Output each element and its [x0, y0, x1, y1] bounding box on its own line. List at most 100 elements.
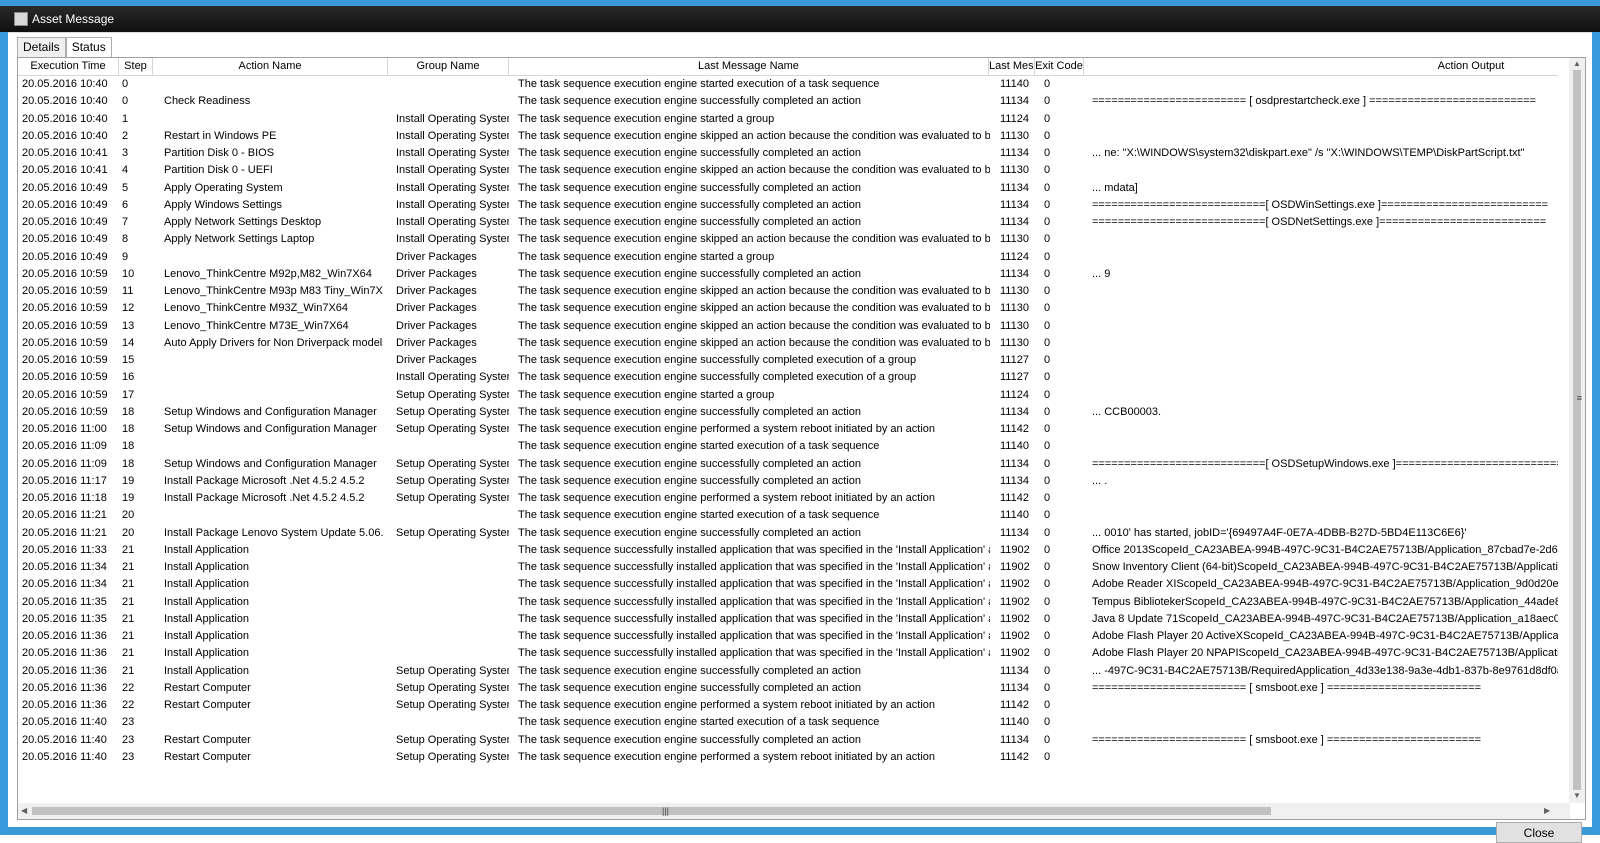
column-header-last-message-name[interactable]: Last Message Name — [509, 58, 989, 75]
cell-action-output — [1084, 352, 1558, 369]
table-row[interactable]: 20.05.2016 10:59 10 Lenovo_ThinkCentre M92… — [18, 266, 1558, 283]
cell-action-output: ... 0010' has started, jobID='{69497A4F-… — [1092, 526, 1467, 539]
cell-action-name: Install Application — [164, 595, 249, 608]
table-row[interactable]: 20.05.2016 10:59 16 Install Operating Syst… — [18, 369, 1558, 386]
cell-execution-time: 20.05.2016 10:41 — [22, 164, 108, 177]
cell-exit-code: 0 — [1044, 492, 1051, 504]
table-row[interactable]: 20.05.2016 10:41 3 Partition Disk 0 - BIOS… — [18, 145, 1558, 162]
table-row[interactable]: 20.05.2016 11:40 23 Restart Computer Setup … — [18, 732, 1558, 749]
tab-status[interactable]: Status — [65, 37, 112, 57]
cell-group-name: Setup Operating System — [396, 423, 509, 435]
table-row[interactable]: 20.05.2016 10:59 14 Auto Apply Drivers for… — [18, 335, 1558, 352]
table-row[interactable]: 20.05.2016 11:09 18 The task sequence exec… — [18, 438, 1558, 455]
scroll-up-arrow-icon[interactable]: ▲ — [1573, 59, 1581, 68]
cell-action-name: Partition Disk 0 - BIOS — [164, 147, 275, 159]
table-row[interactable]: 20.05.2016 11:21 20 The task sequence exec… — [18, 507, 1558, 524]
cell-last-message-name: The task sequence execution engine skipp… — [518, 302, 990, 315]
scroll-right-arrow-icon[interactable]: ▶ — [1544, 806, 1550, 815]
vertical-scrollbar[interactable]: ▲ ≡ ▼ — [1569, 58, 1585, 803]
table-row[interactable]: 20.05.2016 11:36 22 Restart Computer Setup … — [18, 697, 1558, 714]
cell-exit-code: 0 — [1044, 543, 1051, 556]
cell-exit-code: 0 — [1044, 578, 1051, 591]
cell-action-name: Apply Network Settings Laptop — [164, 233, 315, 246]
cell-group-name — [388, 76, 509, 93]
cell-action-output: Adobe Flash Player 20 NPAPIScopeId_CA23A… — [1092, 647, 1558, 660]
table-row[interactable]: 20.05.2016 11:34 21 Install Application The… — [18, 576, 1558, 593]
cell-last-message-id: 11140 — [1000, 716, 1029, 729]
table-row[interactable]: 20.05.2016 10:49 5 Apply Operating System I… — [18, 180, 1558, 197]
cell-group-name — [388, 714, 509, 731]
column-header-action-name[interactable]: Action Name — [153, 58, 388, 75]
cell-action-output — [1084, 749, 1558, 766]
column-header-last-message-id[interactable]: Last Mes: — [989, 58, 1035, 75]
table-row[interactable]: 20.05.2016 11:36 22 Restart Computer Setup … — [18, 680, 1558, 697]
cell-last-message-id: 11130 — [1000, 302, 1029, 315]
cell-last-message-name: The task sequence execution engine perfo… — [518, 699, 936, 711]
table-row[interactable]: 20.05.2016 10:41 4 Partition Disk 0 - UEFI… — [18, 162, 1558, 179]
table-row[interactable]: 20.05.2016 11:36 21 Install Application Set… — [18, 663, 1558, 680]
cell-last-message-name: The task sequence execution engine succe… — [518, 267, 862, 280]
cell-last-message-id: 11134 — [1000, 181, 1029, 194]
scroll-left-arrow-icon[interactable]: ◀ — [21, 806, 27, 815]
table-row[interactable]: 20.05.2016 10:59 12 Lenovo_ThinkCentre M93… — [18, 300, 1558, 317]
table-row[interactable]: 20.05.2016 10:40 1 Install Operating Syste… — [18, 111, 1558, 128]
cell-action-name: Setup Windows and Configuration Manager — [164, 405, 377, 418]
status-grid[interactable]: Execution Time Step Action Name Group Na… — [17, 57, 1586, 820]
table-row[interactable]: 20.05.2016 10:59 15 Driver Packages The tas… — [18, 352, 1558, 369]
table-row[interactable]: 20.05.2016 11:35 21 Install Application The… — [18, 594, 1558, 611]
vertical-scroll-thumb[interactable] — [1573, 70, 1581, 790]
cell-action-name — [148, 369, 383, 386]
cell-execution-time: 20.05.2016 11:34 — [22, 561, 107, 573]
column-header-step[interactable]: Step — [119, 58, 153, 75]
table-row[interactable]: 20.05.2016 11:40 23 The task sequence exec… — [18, 714, 1558, 731]
cell-step: 22 — [122, 699, 135, 711]
cell-step: 17 — [122, 388, 135, 401]
table-row[interactable]: 20.05.2016 11:00 18 Setup Windows and Conf… — [18, 421, 1558, 438]
cell-action-output — [1084, 128, 1558, 145]
table-row[interactable]: 20.05.2016 11:21 20 Install Package Lenovo… — [18, 525, 1558, 542]
cell-exit-code: 0 — [1044, 457, 1051, 470]
table-row[interactable]: 20.05.2016 10:49 6 Apply Windows Settings I… — [18, 197, 1558, 214]
cell-action-output — [1084, 714, 1558, 731]
table-row[interactable]: 20.05.2016 10:59 17 Setup Operating System… — [18, 387, 1558, 404]
table-row[interactable]: 20.05.2016 10:49 7 Apply Network Settings … — [18, 214, 1558, 231]
cell-step: 21 — [122, 595, 135, 608]
cell-step: 22 — [122, 681, 135, 694]
cell-last-message-id: 11140 — [1000, 509, 1029, 522]
table-row[interactable]: 20.05.2016 11:33 21 Install Application The… — [18, 542, 1558, 559]
column-header-exit-code[interactable]: Exit Code — [1035, 58, 1084, 75]
cell-group-name: Driver Packages — [396, 336, 477, 349]
cell-action-name: Partition Disk 0 - UEFI — [164, 164, 273, 177]
tab-details[interactable]: Details — [17, 37, 66, 57]
horizontal-scrollbar[interactable]: ◀ ||| ▶ — [18, 803, 1570, 819]
column-header-group-name[interactable]: Group Name — [388, 58, 509, 75]
cell-last-message-id: 11127 — [1000, 354, 1029, 366]
table-row[interactable]: 20.05.2016 11:36 21 Install Application The… — [18, 628, 1558, 645]
close-button[interactable]: Close — [1496, 822, 1582, 843]
grid-header: Execution Time Step Action Name Group Na… — [18, 58, 1558, 76]
cell-exit-code: 0 — [1044, 388, 1051, 401]
table-row[interactable]: 20.05.2016 10:40 2 Restart in Windows PE In… — [18, 128, 1558, 145]
table-row[interactable]: 20.05.2016 10:49 9 Driver Packages The task… — [18, 249, 1558, 266]
column-header-execution-time[interactable]: Execution Time — [18, 58, 119, 75]
scroll-down-arrow-icon[interactable]: ▼ — [1573, 791, 1581, 800]
table-row[interactable]: 20.05.2016 10:59 18 Setup Windows and Conf… — [18, 404, 1558, 421]
cell-step: 21 — [122, 664, 135, 677]
table-row[interactable]: 20.05.2016 11:09 18 Setup Windows and Conf… — [18, 456, 1558, 473]
horizontal-scroll-thumb[interactable]: ||| — [32, 806, 1271, 816]
table-row[interactable]: 20.05.2016 11:18 19 Install Package Micros… — [18, 490, 1558, 507]
table-row[interactable]: 20.05.2016 10:40 0 Check Readiness The task… — [18, 93, 1558, 110]
table-row[interactable]: 20.05.2016 10:59 13 Lenovo_ThinkCentre M73… — [18, 318, 1558, 335]
table-row[interactable]: 20.05.2016 11:36 21 Install Application The… — [18, 645, 1558, 662]
table-row[interactable]: 20.05.2016 11:17 19 Install Package Micros… — [18, 473, 1558, 490]
cell-action-name — [148, 507, 383, 524]
table-row[interactable]: 20.05.2016 11:34 21 Install Application The… — [18, 559, 1558, 576]
table-row[interactable]: 20.05.2016 10:49 8 Apply Network Settings … — [18, 231, 1558, 248]
column-header-action-output[interactable]: Action Output — [1084, 58, 1585, 75]
table-row[interactable]: 20.05.2016 11:35 21 Install Application The… — [18, 611, 1558, 628]
table-row[interactable]: 20.05.2016 10:59 11 Lenovo_ThinkCentre M93… — [18, 283, 1558, 300]
cell-last-message-name: The task sequence execution engine start… — [518, 509, 880, 522]
cell-group-name: Driver Packages — [396, 267, 477, 280]
table-row[interactable]: 20.05.2016 11:40 23 Restart Computer Setup … — [18, 749, 1558, 766]
table-row[interactable]: 20.05.2016 10:40 0 The task sequence execu… — [18, 76, 1558, 93]
